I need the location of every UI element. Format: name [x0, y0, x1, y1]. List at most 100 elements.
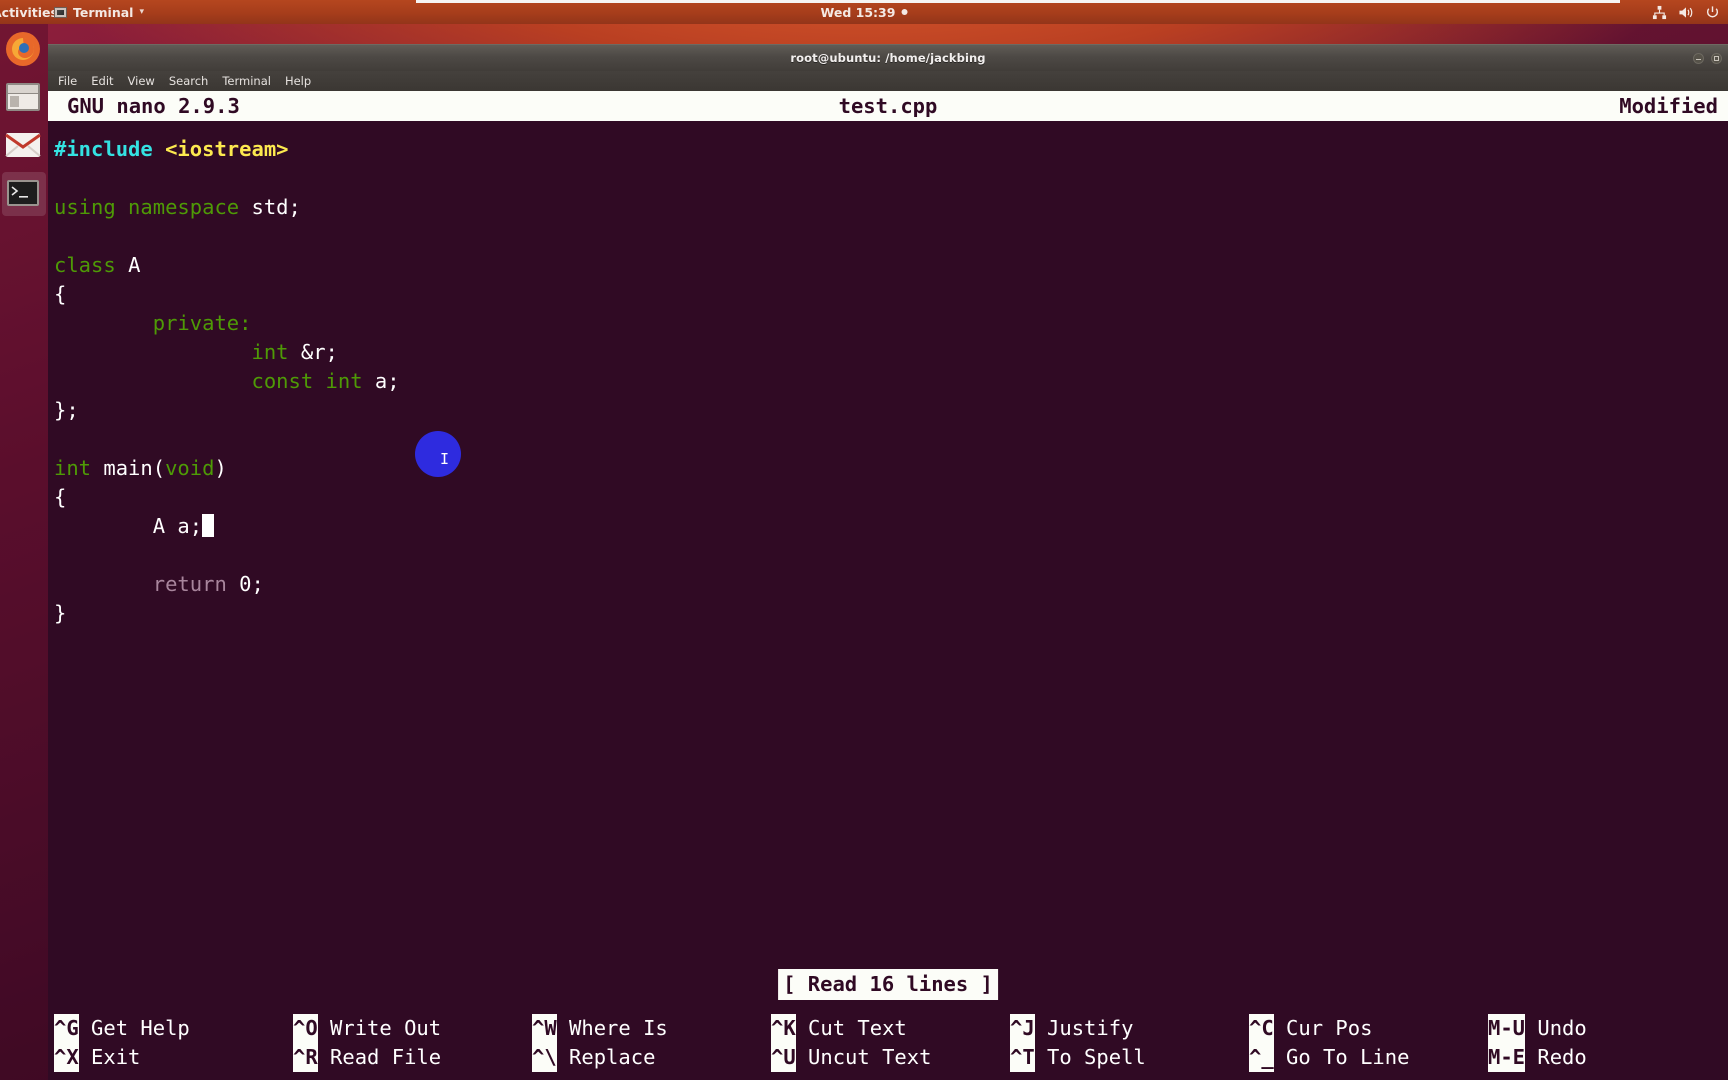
maximize-button[interactable]	[1711, 53, 1722, 64]
shortcut-label: Read File	[317, 1045, 442, 1069]
firefox-icon[interactable]	[2, 28, 46, 72]
shortcut-write-out[interactable]: ^O Write Out	[293, 1014, 532, 1043]
menu-item-edit[interactable]: Edit	[91, 74, 113, 88]
shortcut-cut-text[interactable]: ^K Cut Text	[771, 1014, 1010, 1043]
code-token: a;	[374, 369, 400, 393]
code-line: private:	[54, 309, 1728, 338]
shortcut-label: Where Is	[556, 1016, 668, 1040]
menu-item-terminal[interactable]: Terminal	[222, 74, 271, 88]
shortcut-justify[interactable]: ^J Justify	[1010, 1014, 1249, 1043]
menu-item-view[interactable]: View	[128, 74, 155, 88]
app-menu[interactable]: Terminal ▾	[54, 5, 144, 20]
nano-modified-label: Modified	[1619, 93, 1718, 118]
code-token: int	[54, 456, 104, 480]
activities-button[interactable]: Activities	[0, 5, 58, 20]
code-token: const int	[251, 369, 375, 393]
shortcut-go-to-line[interactable]: ^_ Go To Line	[1249, 1043, 1488, 1072]
nano-version-label: GNU nano 2.9.3	[67, 93, 240, 118]
thunderbird-icon[interactable]	[2, 124, 46, 168]
shortcut-label: Uncut Text	[795, 1045, 932, 1069]
terminal-icon[interactable]	[2, 172, 46, 216]
shortcut-key: M-U	[1488, 1014, 1526, 1043]
code-text-area[interactable]: #include <iostream> using namespace std;…	[48, 135, 1728, 628]
code-token: std;	[251, 195, 301, 219]
code-token: int	[251, 340, 301, 364]
shortcut-label: Write Out	[317, 1016, 442, 1040]
nano-shortcut-bar[interactable]: ^G Get Help ^O Write Out ^W Where Is ^K Cut…	[48, 1014, 1728, 1072]
menu-item-file[interactable]: File	[58, 74, 77, 88]
nano-status-message: [ Read 16 lines ]	[778, 969, 998, 1000]
menu-item-help[interactable]: Help	[285, 74, 311, 88]
power-icon[interactable]	[1705, 5, 1720, 20]
shortcut-exit[interactable]: ^X Exit	[54, 1043, 293, 1072]
notification-dot-icon	[901, 9, 908, 15]
system-tray[interactable]	[1652, 5, 1720, 20]
clock-label: Wed 15:39	[820, 4, 896, 20]
shortcut-key: ^_	[1249, 1043, 1274, 1072]
unity-launcher[interactable]	[0, 24, 48, 1080]
code-line: {	[54, 483, 1728, 512]
window-title: root@ubuntu: /home/jackbing	[790, 51, 986, 65]
shortcut-key: ^G	[54, 1014, 79, 1043]
code-line: {	[54, 280, 1728, 309]
nano-header-bar: GNU nano 2.9.3 test.cpp Modified	[48, 91, 1728, 121]
code-token: void	[165, 456, 215, 480]
shortcut-label: Get Help	[78, 1016, 190, 1040]
code-token: A	[128, 253, 141, 277]
shortcut-key: ^J	[1010, 1014, 1035, 1043]
code-token: }	[54, 601, 67, 625]
code-line: using namespace std;	[54, 193, 1728, 222]
code-token: #include	[54, 137, 166, 161]
menu-item-search[interactable]: Search	[169, 74, 209, 88]
code-line: };	[54, 396, 1728, 425]
window-top-edge-strip	[416, 0, 1620, 3]
code-line: }	[54, 599, 1728, 628]
shortcut-cur-pos[interactable]: ^C Cur Pos	[1249, 1014, 1488, 1043]
nano-editor[interactable]: GNU nano 2.9.3 test.cpp Modified #includ…	[48, 91, 1728, 1080]
files-icon[interactable]	[2, 76, 46, 120]
network-icon[interactable]	[1652, 5, 1667, 20]
shortcut-read-file[interactable]: ^R Read File	[293, 1043, 532, 1072]
code-token: };	[54, 398, 79, 422]
shortcut-to-spell[interactable]: ^T To Spell	[1010, 1043, 1249, 1072]
shortcut-redo[interactable]: M-E Redo	[1488, 1043, 1727, 1072]
shortcut-undo[interactable]: M-U Undo	[1488, 1014, 1727, 1043]
shortcut-uncut-text[interactable]: ^U Uncut Text	[771, 1043, 1010, 1072]
shortcut-row-1: ^G Get Help ^O Write Out ^W Where Is ^K Cut…	[54, 1014, 1728, 1043]
code-token: <iostream>	[165, 137, 289, 161]
code-token: private:	[152, 311, 252, 335]
code-token: )	[214, 456, 227, 480]
code-token: class	[54, 253, 129, 277]
code-line: int main(void)	[54, 454, 1728, 483]
minimize-button[interactable]	[1693, 53, 1704, 64]
shortcut-label: Cur Pos	[1273, 1016, 1373, 1040]
shortcut-label: Redo	[1525, 1045, 1587, 1069]
app-menu-label: Terminal	[73, 4, 134, 20]
shortcut-key: M-E	[1488, 1043, 1526, 1072]
volume-icon[interactable]	[1678, 5, 1694, 20]
gnome-top-bar: Activities Terminal ▾ Wed 15:39	[0, 0, 1728, 24]
window-title-bar[interactable]: root@ubuntu: /home/jackbing	[48, 44, 1728, 71]
shortcut-label: To Spell	[1034, 1045, 1146, 1069]
clock-button[interactable]: Wed 15:39	[821, 5, 908, 20]
shortcut-key: ^X	[54, 1043, 79, 1072]
code-line: const int a;	[54, 367, 1728, 396]
code-token: using namespace	[54, 195, 252, 219]
shortcut-replace[interactable]: ^\ Replace	[532, 1043, 771, 1072]
shortcut-get-help[interactable]: ^G Get Help	[54, 1014, 293, 1043]
window-controls[interactable]	[1693, 45, 1722, 72]
shortcut-key: ^U	[771, 1043, 796, 1072]
shortcut-where-is[interactable]: ^W Where Is	[532, 1014, 771, 1043]
shortcut-label: Cut Text	[795, 1016, 907, 1040]
code-token: &r;	[300, 340, 338, 364]
shortcut-label: Undo	[1525, 1016, 1587, 1040]
terminal-window[interactable]: root@ubuntu: /home/jackbing File Edit View…	[48, 44, 1728, 1080]
terminal-menu-bar[interactable]: File Edit View Search Terminal Help	[48, 71, 1728, 91]
shortcut-row-2: ^X Exit ^R Read File ^\ Replace ^U Uncut Te…	[54, 1043, 1728, 1072]
